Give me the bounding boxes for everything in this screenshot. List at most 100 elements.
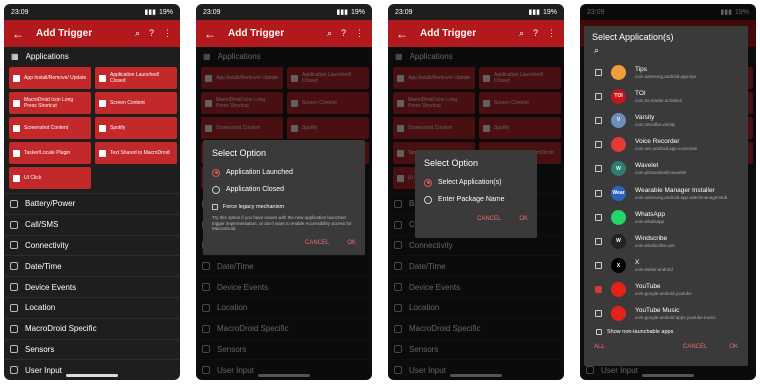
search-icon[interactable]: ⌕	[584, 45, 748, 60]
app-row[interactable]: V Varsity com.zerodha.varsity	[584, 108, 748, 132]
help-icon[interactable]: ?	[149, 28, 154, 39]
app-icon	[611, 137, 626, 153]
option-application-launched[interactable]: Application Launched	[212, 164, 356, 181]
app-package: com.windscribe.vpn	[635, 242, 675, 248]
status-icons: ▮▮▮ 19%	[528, 8, 557, 17]
category-row[interactable]: MacroDroid Specific	[4, 317, 180, 339]
app-row[interactable]: TOI TOI com.toi.reader.activities	[584, 84, 748, 108]
app-name: Wearable Manager Installer	[635, 186, 715, 194]
trigger-tile[interactable]: Screen Content	[95, 92, 177, 114]
applications-section-header[interactable]: ▦ Applications	[4, 47, 180, 65]
trigger-tile[interactable]: UI Click	[9, 167, 91, 189]
app-row[interactable]: W Wavelet com.pittvandewitt.wavelet	[584, 157, 748, 181]
show-non-launchable-checkbox[interactable]: Show non-launchable apps	[584, 326, 748, 338]
radio-icon[interactable]	[212, 185, 220, 194]
app-checkbox[interactable]	[595, 116, 602, 124]
trigger-tile[interactable]: Spotify	[95, 117, 177, 139]
ok-button[interactable]: OK	[729, 344, 738, 350]
back-arrow-icon[interactable]: ←	[12, 27, 30, 41]
category-row[interactable]: Location	[4, 296, 180, 318]
overflow-menu-icon[interactable]: ⋮	[355, 28, 364, 39]
app-checkbox[interactable]	[595, 68, 602, 76]
app-icon: X	[611, 258, 626, 274]
option-label: Select Application(s)	[438, 179, 502, 186]
app-checkbox[interactable]	[595, 141, 602, 149]
app-package: com.samsung.android.app.tips	[635, 73, 697, 79]
trigger-tile[interactable]: Screenshot Content	[9, 117, 91, 139]
radio-selected-icon[interactable]	[424, 178, 432, 187]
category-row[interactable]: Date/Time	[4, 255, 180, 276]
overflow-menu-icon[interactable]: ⋮	[547, 28, 556, 39]
trigger-tile[interactable]: App Install/Remove/ Update	[9, 67, 91, 89]
dialog-title: Select Option	[424, 158, 479, 168]
checkbox-icon[interactable]	[596, 329, 602, 336]
app-icon: W	[611, 161, 626, 177]
cancel-button[interactable]: CANCEL	[683, 344, 707, 350]
checkbox-icon[interactable]	[212, 204, 218, 210]
select-all-button[interactable]: ALL	[594, 344, 605, 350]
trigger-tile[interactable]: Text Shared to MacroDroid	[95, 142, 177, 164]
option-application-closed[interactable]: Application Closed	[212, 181, 356, 198]
option-enter-package-name[interactable]: Enter Package Name	[424, 191, 528, 208]
trigger-tile[interactable]: MacroDroid Icon Long Press Shortcut	[9, 92, 91, 114]
trigger-icon	[99, 99, 106, 107]
trigger-tile[interactable]: Tasker/Locale Plugin	[9, 142, 91, 164]
status-time: 23:09	[395, 8, 413, 16]
ok-button[interactable]: OK	[519, 216, 528, 222]
app-package: com.whatsapp	[635, 218, 665, 224]
back-arrow-icon[interactable]: ←	[396, 27, 414, 41]
back-arrow-icon[interactable]: ←	[204, 27, 222, 41]
trigger-tile[interactable]: Application Launched/ Closed	[95, 67, 177, 89]
help-icon[interactable]: ?	[533, 28, 538, 39]
battery-level: 19%	[542, 8, 557, 16]
radio-icon[interactable]	[424, 195, 432, 204]
app-checkbox[interactable]	[595, 213, 602, 221]
app-row[interactable]: WhatsApp com.whatsapp	[584, 205, 748, 229]
app-checkbox[interactable]	[595, 286, 602, 294]
category-row[interactable]: Call/SMS	[4, 213, 180, 235]
help-icon[interactable]: ?	[341, 28, 346, 39]
app-row[interactable]: Wear Wearable Manager Installer com.samsun…	[584, 181, 748, 205]
app-icon	[611, 282, 626, 298]
category-icon	[10, 241, 18, 250]
cancel-button[interactable]: CANCEL	[477, 216, 501, 222]
checkbox-label: Show non-launchable apps	[607, 329, 674, 336]
app-row[interactable]: Tips com.samsung.android.app.tips	[584, 60, 748, 84]
overflow-menu-icon[interactable]: ⋮	[163, 28, 172, 39]
category-list: Battery/Power Call/SMS Connectivity Date/Ti…	[4, 193, 180, 380]
app-checkbox[interactable]	[595, 262, 602, 270]
app-row[interactable]: YouTube Music com.google.android.apps.you…	[584, 302, 748, 326]
app-row[interactable]: Voice Recorder com.sec.android.app.voicen…	[584, 133, 748, 157]
ok-button[interactable]: OK	[347, 240, 356, 246]
category-icon	[10, 366, 18, 375]
category-row[interactable]: Battery/Power	[4, 193, 180, 214]
category-row[interactable]: Device Events	[4, 276, 180, 297]
status-bar: 23:09 ▮▮▮ 19%	[196, 4, 372, 20]
app-row[interactable]: W Windscribe com.windscribe.vpn	[584, 229, 748, 253]
cancel-button[interactable]: CANCEL	[305, 240, 329, 246]
app-row[interactable]: YouTube com.google.android.youtube	[584, 278, 748, 302]
category-row[interactable]: Sensors	[4, 338, 180, 360]
app-checkbox[interactable]	[595, 237, 602, 245]
app-checkbox[interactable]	[595, 310, 602, 318]
force-legacy-checkbox[interactable]: Force legacy mechanism	[212, 201, 356, 213]
gesture-bar	[66, 374, 118, 377]
trigger-label: App Install/Remove/ Update	[24, 75, 87, 81]
search-icon[interactable]: ⌕	[519, 28, 524, 39]
search-icon[interactable]: ⌕	[135, 28, 140, 39]
app-row[interactable]: X Xcom.twitter.android	[584, 254, 748, 278]
search-icon[interactable]: ⌕	[327, 28, 332, 39]
app-checkbox[interactable]	[595, 165, 602, 173]
app-checkbox[interactable]	[595, 92, 602, 100]
status-bar: 23:09 ▮▮▮ 19%	[388, 4, 564, 20]
app-bar: ← Add Trigger ⌕ ? ⋮	[196, 20, 372, 47]
radio-selected-icon[interactable]	[212, 168, 220, 177]
option-select-applications[interactable]: Select Application(s)	[424, 174, 528, 191]
category-icon	[10, 345, 18, 354]
app-checkbox[interactable]	[595, 189, 602, 197]
category-row[interactable]: Connectivity	[4, 234, 180, 256]
app-package: com.zerodha.varsity	[635, 121, 676, 127]
trigger-tile-grid: App Install/Remove/ Update Application La…	[4, 65, 180, 189]
app-icon	[611, 306, 626, 322]
select-applications-dialog: Select Application(s) ⌕ Tips com.samsung.…	[584, 26, 748, 366]
